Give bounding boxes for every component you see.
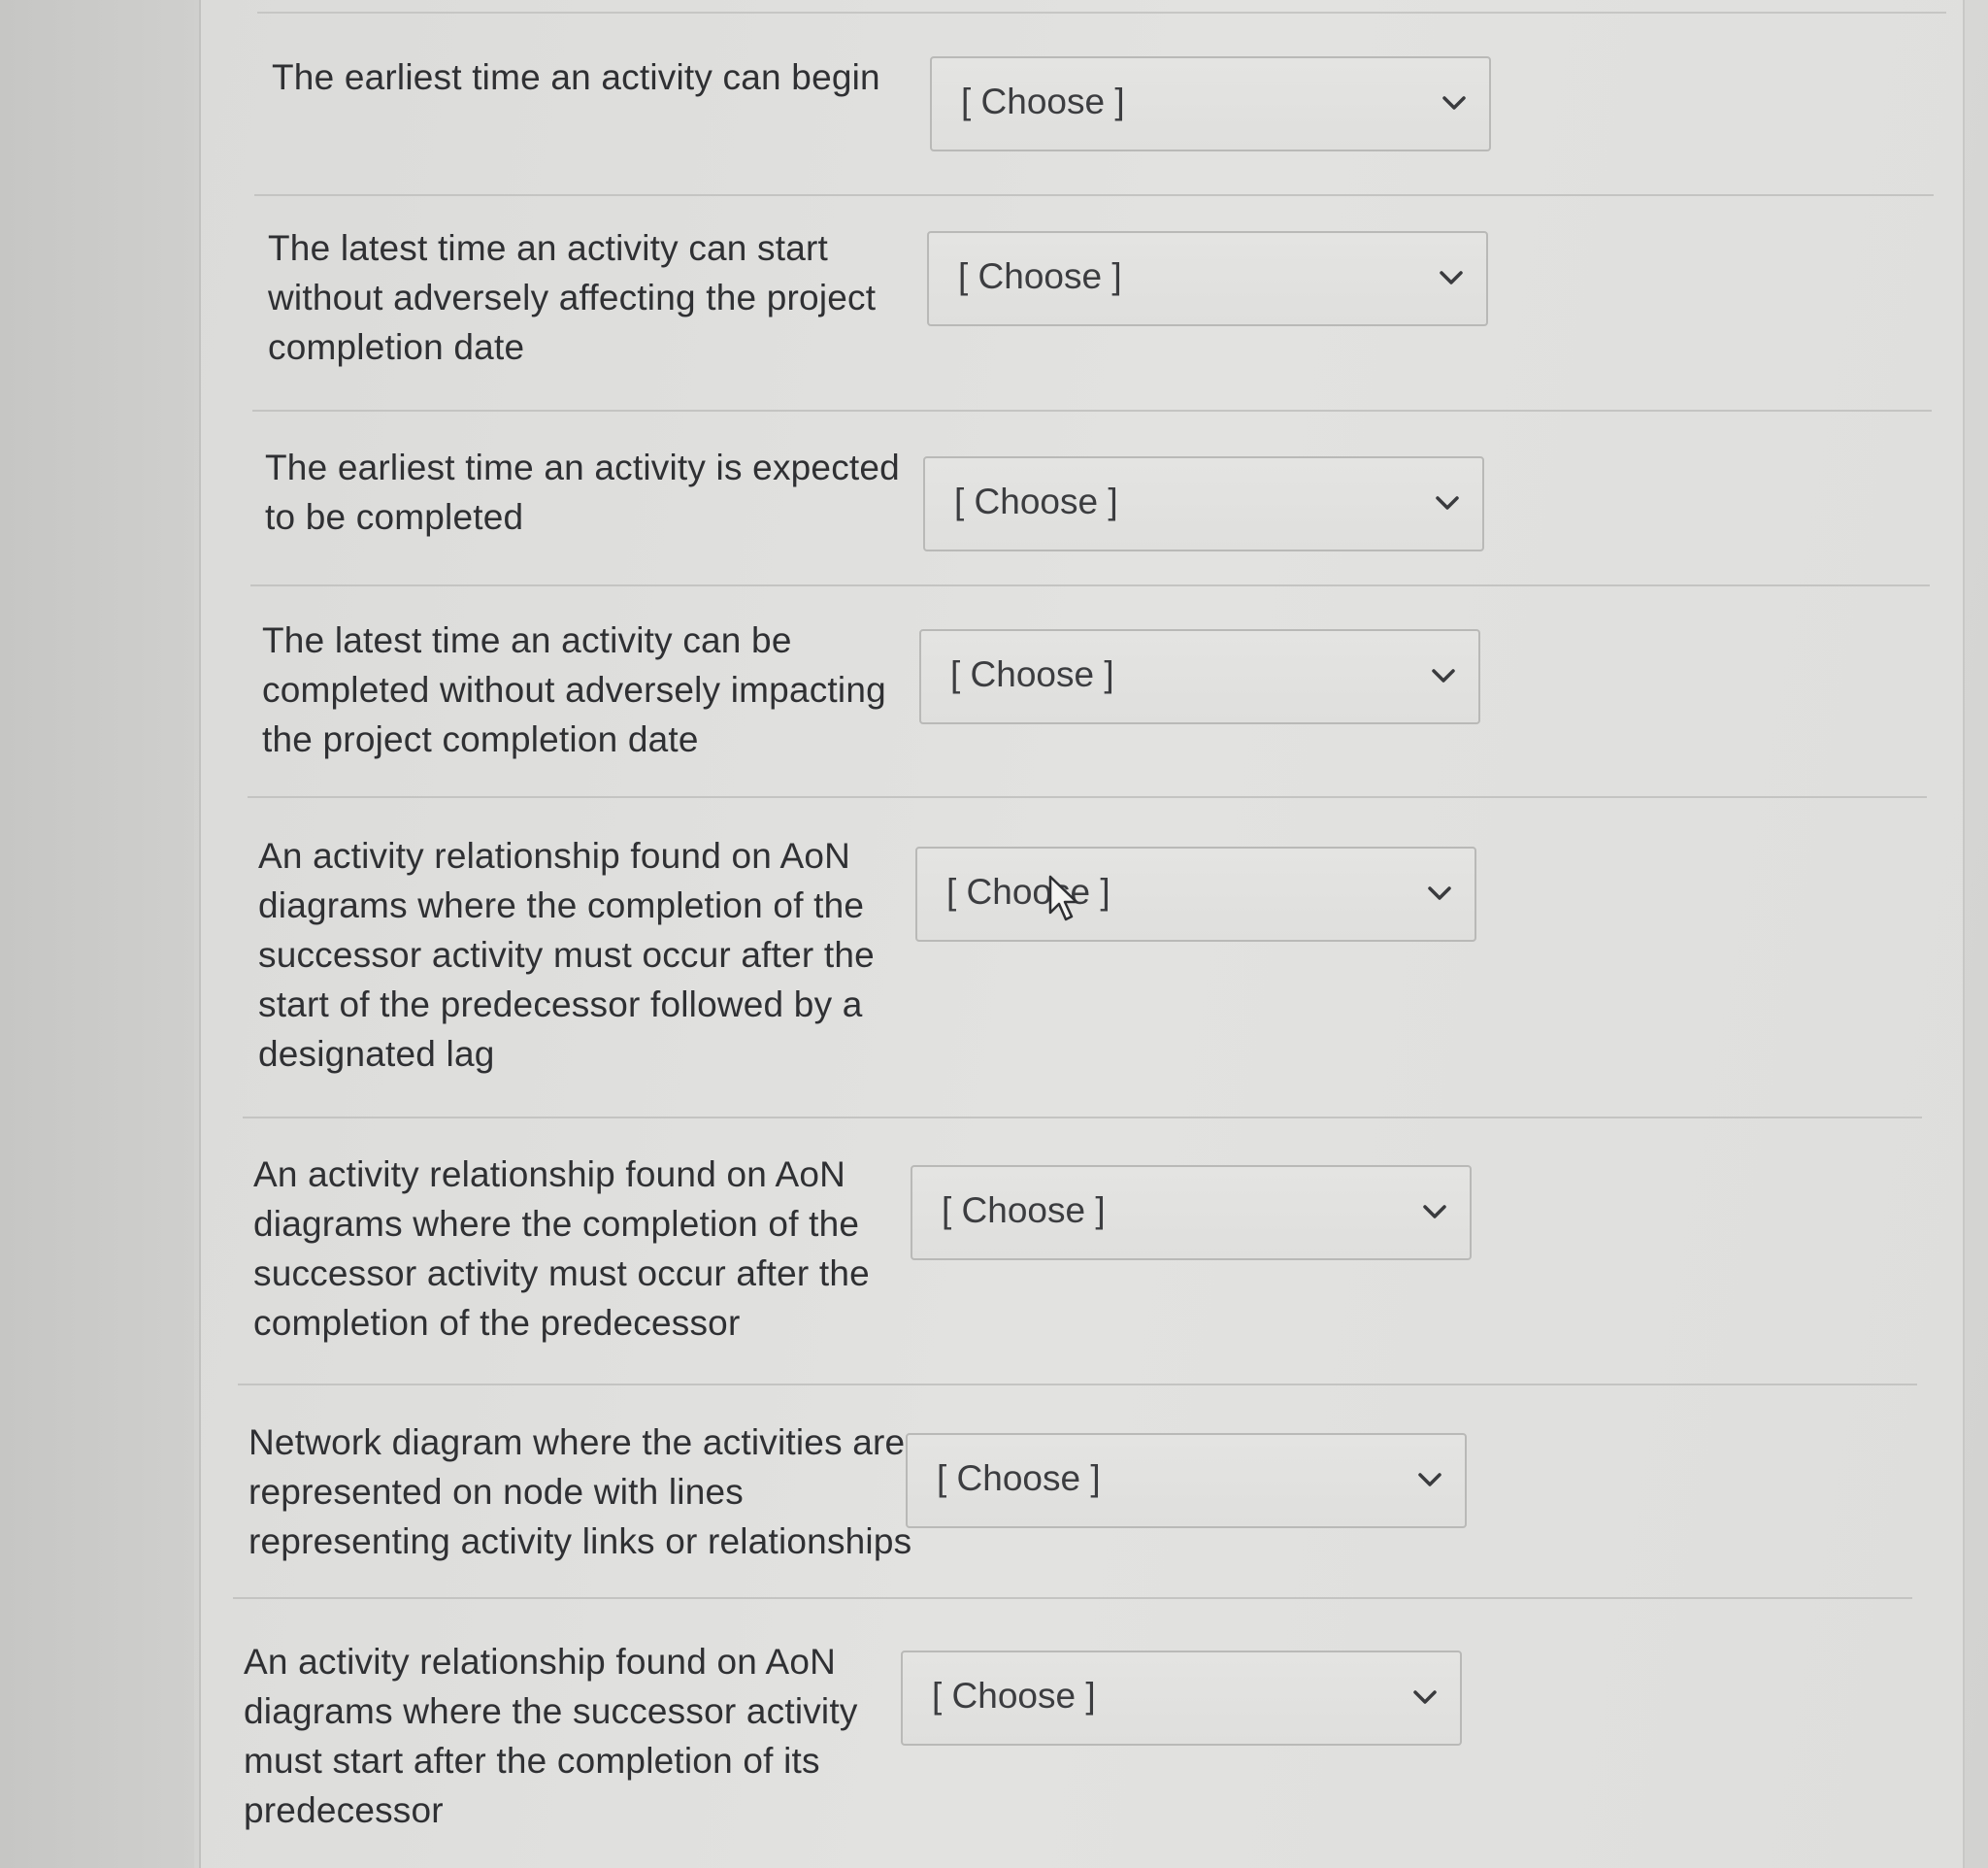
select-value: [ Choose ] — [942, 1190, 1106, 1230]
question-prompt: An activity relationship found on AoN di… — [244, 1642, 858, 1830]
row-divider — [248, 796, 1927, 798]
question-prompt: Network diagram where the activities are… — [248, 1422, 912, 1561]
page-background: The earliest time an activity can begin … — [0, 0, 1988, 1868]
answer-select[interactable]: [ Choose ] — [923, 456, 1484, 551]
chevron-down-icon — [1413, 1690, 1437, 1704]
select-value: [ Choose ] — [961, 82, 1125, 121]
answer-select[interactable]: [ Choose ] — [930, 56, 1491, 151]
answer-select[interactable]: [ Choose ] — [915, 847, 1476, 942]
question-prompt: The earliest time an activity can begin — [272, 57, 880, 97]
chevron-down-icon — [1428, 886, 1451, 900]
select-value: [ Choose ] — [954, 482, 1118, 521]
row-divider — [250, 584, 1930, 586]
select-value: [ Choose ] — [946, 872, 1110, 912]
answer-select[interactable]: [ Choose ] — [911, 1165, 1472, 1260]
select-value: [ Choose ] — [950, 654, 1114, 694]
row-divider — [238, 1384, 1917, 1385]
question-prompt: An activity relationship found on AoN di… — [258, 836, 875, 1074]
chevron-down-icon — [1442, 96, 1466, 110]
question-prompt: The earliest time an activity is expecte… — [265, 448, 900, 537]
matching-question-list: The earliest time an activity can begin … — [0, 0, 1988, 1868]
chevron-down-icon — [1423, 1205, 1446, 1218]
select-value: [ Choose ] — [958, 256, 1122, 296]
mouse-pointer-icon — [1048, 875, 1078, 921]
row-divider — [252, 410, 1932, 412]
row-divider — [233, 1597, 1912, 1599]
answer-select[interactable]: [ Choose ] — [919, 629, 1480, 724]
answer-select[interactable]: [ Choose ] — [927, 231, 1488, 326]
question-prompt: An activity relationship found on AoN di… — [253, 1154, 870, 1343]
answer-select[interactable]: [ Choose ] — [901, 1651, 1462, 1746]
select-value: [ Choose ] — [932, 1676, 1096, 1716]
select-value: [ Choose ] — [937, 1458, 1101, 1498]
question-prompt: The latest time an activity can start wi… — [268, 228, 877, 367]
chevron-down-icon — [1418, 1473, 1441, 1486]
row-divider — [243, 1117, 1922, 1118]
chevron-down-icon — [1436, 496, 1459, 510]
answer-select[interactable]: [ Choose ] — [906, 1433, 1467, 1528]
row-divider — [254, 194, 1934, 196]
chevron-down-icon — [1440, 271, 1463, 284]
chevron-down-icon — [1432, 669, 1455, 683]
question-prompt: The latest time an activity can be compl… — [262, 620, 886, 759]
